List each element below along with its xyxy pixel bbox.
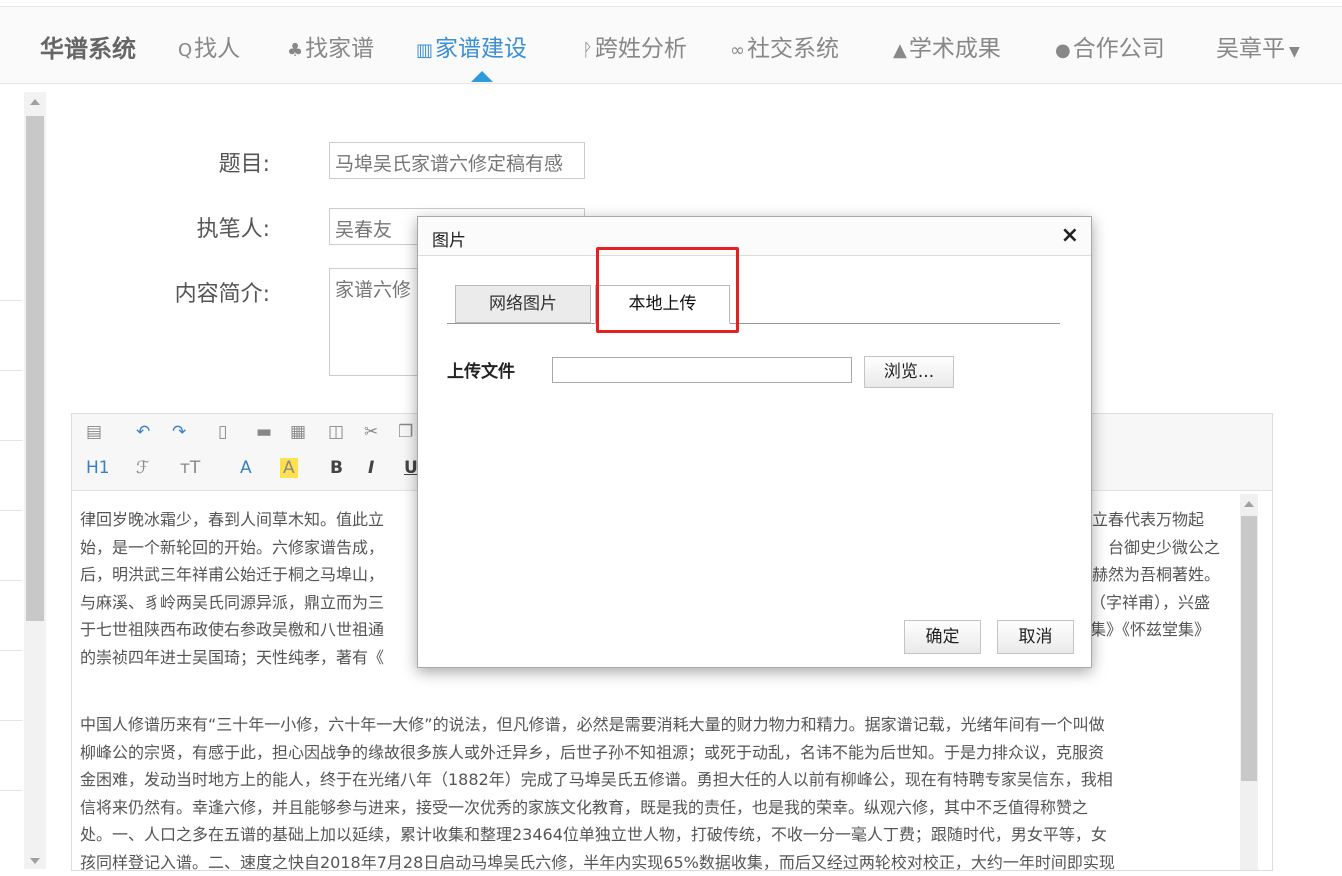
undo-icon[interactable]: ↶ bbox=[136, 422, 150, 442]
copy-icon[interactable]: ❐ bbox=[398, 422, 413, 442]
scroll-up-icon[interactable] bbox=[30, 99, 40, 105]
nav-item-partner-companies[interactable]: ●合作公司 bbox=[1055, 29, 1165, 63]
nav-item-social-system[interactable]: ∞社交系统 bbox=[730, 29, 839, 63]
link-icon: ∞ bbox=[730, 40, 745, 61]
underline-button[interactable]: U bbox=[404, 458, 418, 478]
upload-file-input[interactable] bbox=[552, 357, 852, 383]
upload-file-label: 上传文件 bbox=[447, 362, 515, 382]
bold-button[interactable]: B bbox=[330, 458, 343, 478]
heading-dropdown[interactable]: H1 bbox=[86, 458, 110, 478]
print-icon[interactable]: ▬ bbox=[256, 422, 272, 442]
nav-item-find-genealogy[interactable]: ♣找家谱 bbox=[287, 29, 374, 63]
left-scrollbar[interactable] bbox=[24, 92, 46, 869]
italic-button[interactable]: I bbox=[368, 458, 374, 478]
search-icon: Q bbox=[178, 40, 193, 61]
code-icon[interactable]: ◫ bbox=[328, 422, 344, 442]
browse-button[interactable]: 浏览... bbox=[864, 356, 954, 388]
font-color-button[interactable]: A bbox=[240, 458, 252, 478]
redo-icon[interactable]: ↷ bbox=[172, 422, 186, 442]
nav-item-cross-surname-analysis[interactable]: ᚹ跨姓分析 bbox=[582, 29, 687, 63]
highlight-button[interactable]: A bbox=[280, 458, 298, 478]
cancel-button[interactable]: 取消 bbox=[997, 620, 1074, 654]
editor-scrollbar-thumb[interactable] bbox=[1241, 516, 1257, 781]
scrollbar-thumb[interactable] bbox=[26, 116, 44, 621]
users-icon: ● bbox=[1055, 40, 1071, 61]
author-label: 执笔人: bbox=[196, 217, 270, 242]
dialog-title: 图片 bbox=[432, 231, 466, 251]
font-size-dropdown[interactable]: тT bbox=[180, 458, 200, 478]
editor-scrollbar[interactable] bbox=[1240, 494, 1258, 870]
left-sidebar-strip bbox=[0, 90, 22, 869]
scroll-down-icon[interactable] bbox=[30, 858, 40, 864]
template-icon[interactable]: ▦ bbox=[290, 422, 306, 442]
title-input[interactable]: 马埠吴氏家谱六修定稿有感 bbox=[329, 142, 585, 179]
caret-down-icon: ▼ bbox=[1289, 44, 1300, 60]
editor-scroll-up-icon[interactable] bbox=[1244, 501, 1254, 507]
tab-network-image[interactable]: 网络图片 bbox=[455, 285, 591, 323]
user-menu[interactable]: 吴章平 ▼ bbox=[1216, 29, 1300, 63]
book-icon: ▥ bbox=[416, 40, 434, 61]
preview-icon[interactable]: ▯ bbox=[218, 422, 227, 442]
nav-item-genealogy-building[interactable]: ▥家谱建设 bbox=[416, 29, 527, 63]
tab-divider bbox=[447, 323, 1060, 324]
nav-item-find-person[interactable]: Q找人 bbox=[178, 29, 240, 63]
dialog-titlebar[interactable]: 图片 × bbox=[418, 217, 1091, 256]
top-navbar: 华谱系统 Q找人 ♣找家谱 ▥家谱建设 ᚹ跨姓分析 ∞社交系统 ▲学术成果 ●合… bbox=[0, 6, 1342, 84]
cut-icon[interactable]: ✂ bbox=[364, 422, 378, 442]
active-nav-indicator bbox=[471, 71, 493, 82]
tree-icon: ♣ bbox=[287, 40, 304, 61]
brand-logo[interactable]: 华谱系统 bbox=[40, 29, 136, 64]
nav-item-academic-results[interactable]: ▲学术成果 bbox=[893, 29, 1001, 63]
summary-label: 内容简介: bbox=[174, 282, 270, 307]
source-icon[interactable]: ▤ bbox=[86, 422, 102, 442]
graduation-cap-icon: ▲ bbox=[893, 40, 907, 61]
ok-button[interactable]: 确定 bbox=[904, 620, 981, 654]
editor-paragraph-2: 中国人修谱历来有“三十年一小修，六十年一大修”的说法，但凡修谱，必然是需要消耗大… bbox=[80, 715, 1115, 872]
title-label: 题目: bbox=[218, 152, 270, 177]
close-icon[interactable]: × bbox=[1061, 223, 1079, 248]
highlight-box bbox=[596, 247, 739, 333]
branch-icon: ᚹ bbox=[582, 40, 593, 61]
image-dialog: 图片 × 网络图片 本地上传 上传文件 浏览... 确定 取消 bbox=[417, 216, 1092, 668]
font-family-dropdown[interactable]: ℱ bbox=[136, 458, 149, 478]
